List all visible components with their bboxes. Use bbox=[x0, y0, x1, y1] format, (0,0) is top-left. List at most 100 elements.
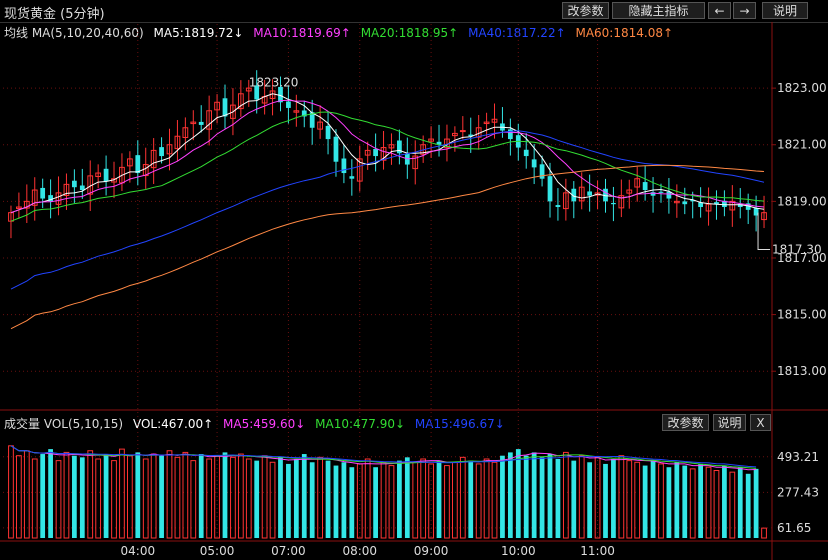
volume-bar-down bbox=[301, 454, 307, 538]
volume-bar-up bbox=[206, 458, 213, 539]
volume-bar-up bbox=[412, 461, 419, 539]
volume-bar-down bbox=[531, 452, 537, 538]
time-tick-label: 09:00 bbox=[414, 544, 449, 558]
volume-bar-up bbox=[261, 455, 268, 539]
volume-bar-up bbox=[658, 463, 664, 539]
volume-bar-down bbox=[674, 462, 680, 538]
volume-bar-down bbox=[603, 463, 608, 538]
volume-bar-up bbox=[380, 461, 387, 539]
candle-body-down bbox=[325, 125, 331, 140]
candle-body-down bbox=[40, 187, 46, 199]
volume-bar-up bbox=[166, 450, 173, 539]
volume-bar-up bbox=[705, 466, 712, 539]
candle-body-down bbox=[611, 202, 616, 205]
time-tick-label: 04:00 bbox=[121, 544, 156, 558]
volume-bar-up bbox=[459, 456, 466, 539]
volume-bar-down bbox=[373, 467, 378, 538]
volume-bar-down bbox=[523, 455, 529, 538]
volume-bar-down bbox=[682, 465, 688, 538]
volume-bar-down bbox=[650, 460, 656, 538]
volume-bar-up bbox=[634, 461, 641, 539]
volume-bar-up bbox=[713, 470, 720, 539]
volume-bar-up bbox=[420, 458, 427, 539]
volume-bar-up bbox=[8, 445, 14, 539]
volume-bar-up bbox=[16, 455, 22, 539]
volume-bar-up bbox=[111, 460, 117, 539]
candle-body-down bbox=[531, 159, 537, 168]
candle-body-down bbox=[373, 148, 378, 157]
volume-bar-up bbox=[388, 465, 395, 539]
volume-bar-down bbox=[404, 457, 410, 538]
volume-bar-up bbox=[126, 455, 133, 539]
volume-bar-up bbox=[174, 456, 181, 539]
ma20-line bbox=[10, 111, 765, 222]
volume-bar-down bbox=[515, 449, 521, 538]
volume-bar-up bbox=[444, 465, 450, 539]
volume-bar-up bbox=[562, 451, 569, 539]
candle-body-down bbox=[349, 176, 355, 179]
volume-tick-label: 493.21 bbox=[777, 450, 819, 464]
volume-bar-down bbox=[198, 454, 204, 538]
volume-bar-down bbox=[737, 467, 743, 538]
volume-bar-down bbox=[103, 454, 109, 538]
time-tick-label: 07:00 bbox=[271, 544, 306, 558]
volume-bar-up bbox=[317, 456, 323, 539]
volume-bar-down bbox=[309, 462, 315, 538]
candle-body-down bbox=[658, 191, 664, 193]
volume-bar-down bbox=[611, 458, 616, 538]
price-tick-label: 1813.00 bbox=[777, 364, 827, 378]
volume-bar-down bbox=[436, 460, 442, 538]
volume-bar-down bbox=[468, 460, 474, 538]
candle-body-down bbox=[103, 168, 109, 182]
volume-bar-down bbox=[587, 462, 593, 538]
volume-bar-up bbox=[761, 527, 767, 539]
volume-bar-down bbox=[40, 454, 46, 538]
volume-bar-down bbox=[286, 463, 291, 538]
volume-bar-up bbox=[578, 455, 585, 539]
volume-bar-up bbox=[237, 453, 244, 539]
volume-bar-down bbox=[555, 458, 561, 538]
volume-bar-down bbox=[293, 458, 299, 538]
volume-bar-down bbox=[722, 465, 727, 538]
volume-bar-up bbox=[150, 453, 157, 539]
volume-bar-down bbox=[698, 463, 703, 538]
volume-bar-up bbox=[729, 471, 736, 539]
ma10-line bbox=[10, 99, 765, 214]
volume-bar-up bbox=[182, 451, 189, 539]
volume-bar-up bbox=[119, 448, 125, 539]
volume-bar-down bbox=[79, 457, 85, 538]
volume-bar-up bbox=[483, 458, 490, 539]
candle-body-down bbox=[587, 191, 593, 196]
volume-bar-down bbox=[397, 460, 402, 538]
volume-bar-down bbox=[571, 460, 577, 538]
volume-bar-up bbox=[594, 456, 601, 539]
volume-bar-down bbox=[159, 455, 164, 538]
candle-body-down bbox=[666, 191, 672, 199]
time-tick-label: 10:00 bbox=[501, 544, 536, 558]
time-tick-label: 11:00 bbox=[580, 544, 615, 558]
volume-bar-down bbox=[539, 457, 545, 538]
candle-body-down bbox=[159, 147, 164, 157]
volume-bar-down bbox=[278, 457, 283, 538]
time-tick-label: 08:00 bbox=[342, 544, 377, 558]
candle-body-down bbox=[79, 185, 85, 191]
volume-bar-down bbox=[48, 449, 53, 538]
price-tick-label: 1819.00 bbox=[777, 194, 827, 208]
candle-body-down bbox=[222, 98, 228, 117]
volume-bar-up bbox=[452, 461, 458, 539]
candle-body-down bbox=[547, 176, 553, 202]
volume-bar-down bbox=[72, 455, 77, 538]
volume-bar-up bbox=[230, 456, 236, 539]
candle-body-up bbox=[459, 130, 466, 133]
volume-bar-down bbox=[666, 467, 672, 538]
volume-bar-up bbox=[95, 458, 102, 539]
low-price-annotation: 1817.30 bbox=[772, 242, 822, 256]
volume-bar-up bbox=[55, 460, 62, 539]
volume-tick-label: 277.43 bbox=[777, 485, 819, 499]
volume-bar-down bbox=[507, 452, 513, 538]
volume-bar-up bbox=[23, 450, 30, 539]
volume-bar-down bbox=[745, 473, 751, 538]
candle-body-down bbox=[682, 201, 688, 205]
volume-bar-down bbox=[642, 465, 648, 538]
volume-bar-up bbox=[245, 458, 252, 539]
